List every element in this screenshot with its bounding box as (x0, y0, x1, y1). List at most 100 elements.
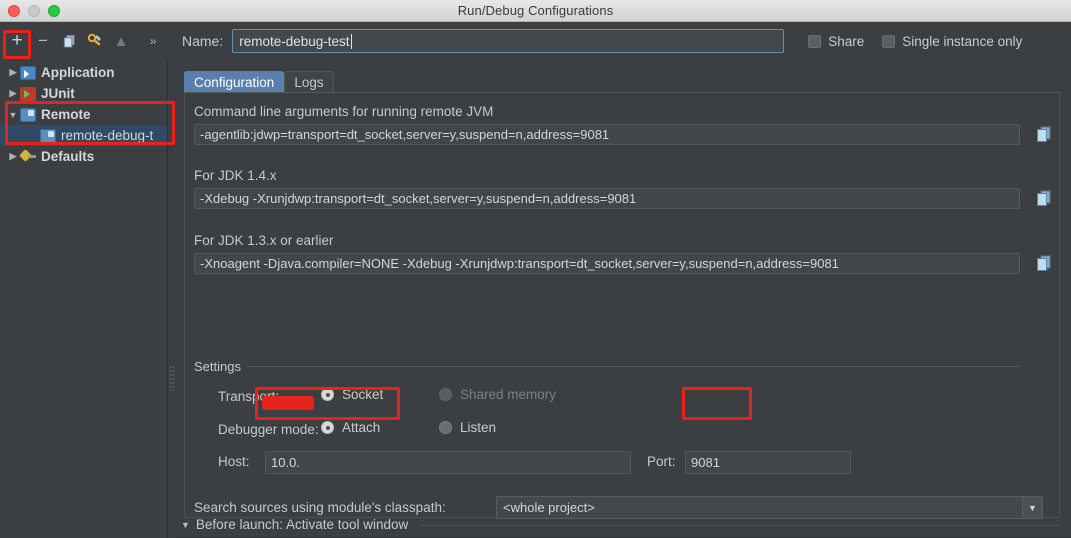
single-instance-checkbox-box[interactable] (882, 34, 896, 48)
remote-icon (20, 107, 36, 122)
search-sources-label: Search sources using module's classpath: (194, 500, 446, 515)
jdk14-label: For JDK 1.4.x (194, 168, 277, 183)
port-value: 9081 (691, 455, 720, 470)
transport-shared-memory-label: Shared memory (460, 387, 557, 402)
copy-icon (1037, 190, 1051, 206)
name-input[interactable]: remote-debug-test (232, 29, 785, 53)
tree-item-label: Defaults (41, 149, 95, 164)
debugger-mode-option-listen[interactable]: Listen (439, 420, 496, 435)
expand-arrow-icon[interactable]: ▶ (6, 88, 20, 99)
tree-item-remote-debug-test[interactable]: remote-debug-t (0, 125, 167, 146)
radio-shared-memory (439, 388, 452, 401)
settings-group-divider (245, 366, 1020, 367)
defaults-icon (20, 150, 36, 164)
share-checkbox-box[interactable] (808, 34, 822, 48)
tree-item-remote[interactable]: ▼ Remote (0, 104, 167, 125)
collapse-arrow-icon[interactable]: ▼ (6, 110, 20, 120)
debugger-mode-label: Debugger mode: (218, 422, 319, 437)
jdk14-value: -Xdebug -Xrunjdwp:transport=dt_socket,se… (200, 191, 637, 206)
configuration-form: Command line arguments for running remot… (184, 93, 1060, 519)
window-titlebar: Run/Debug Configurations (0, 0, 1071, 22)
debugger-mode-attach-label: Attach (342, 420, 381, 435)
before-launch-divider (421, 525, 1061, 526)
tree-item-defaults[interactable]: ▶ Defaults (0, 146, 167, 167)
close-window-button[interactable] (8, 5, 20, 17)
single-instance-checkbox-label: Single instance only (902, 33, 1023, 49)
radio-attach[interactable] (321, 421, 334, 434)
expand-arrow-icon[interactable]: ▶ (6, 67, 20, 78)
host-value: 10.0. (271, 455, 300, 470)
tab-configuration[interactable]: Configuration (184, 71, 285, 93)
radio-socket[interactable] (321, 388, 334, 401)
debugger-mode-option-attach[interactable]: Attach (321, 420, 380, 435)
junit-icon (20, 86, 36, 101)
toolbar-checkboxes: Share Single instance only (808, 34, 1022, 49)
text-caret (350, 33, 352, 49)
toolbar: + − ▲ » Name: remote-debug-test Share Si… (0, 22, 1071, 60)
tab-logs[interactable]: Logs (284, 71, 334, 93)
configurations-tree[interactable]: ▶ Application ▶ JUnit ▼ Remote remote-de… (0, 60, 168, 538)
expand-arrow-icon[interactable]: ▶ (6, 151, 20, 162)
application-icon (20, 65, 36, 80)
jdk14-field[interactable]: -Xdebug -Xrunjdwp:transport=dt_socket,se… (194, 188, 1020, 209)
radio-listen[interactable] (439, 421, 452, 434)
search-sources-select[interactable]: <whole project> ▼ (496, 496, 1043, 519)
add-configuration-button[interactable]: + (4, 29, 30, 53)
tree-item-label: remote-debug-t (61, 128, 154, 143)
tree-item-junit[interactable]: ▶ JUnit (0, 83, 167, 104)
tab-bar: Configuration Logs (184, 69, 334, 93)
copy-icon (63, 34, 75, 48)
jdk13-field[interactable]: -Xnoagent -Djava.compiler=NONE -Xdebug -… (194, 253, 1020, 274)
toolbar-buttons: + − ▲ » (0, 29, 166, 53)
wrench-icon (87, 33, 101, 46)
configuration-panel: Configuration Logs Command line argument… (176, 60, 1071, 538)
port-input[interactable]: 9081 (685, 451, 851, 474)
edit-templates-button[interactable] (82, 29, 108, 53)
host-redaction-mark (262, 396, 314, 410)
before-launch-section[interactable]: ▼ Before launch: Activate tool window (181, 517, 408, 532)
cmdline-field[interactable]: -agentlib:jdwp=transport=dt_socket,serve… (194, 124, 1020, 145)
transport-option-socket[interactable]: Socket (321, 387, 383, 402)
settings-group-label: Settings (194, 359, 247, 374)
copy-cmdline-button[interactable] (1034, 124, 1054, 144)
jdk13-value: -Xnoagent -Djava.compiler=NONE -Xdebug -… (200, 256, 839, 271)
chevron-down-icon[interactable]: ▼ (1022, 497, 1042, 518)
name-label: Name: (182, 33, 224, 49)
more-options-button[interactable]: » (140, 29, 166, 53)
before-launch-label: Before launch: Activate tool window (195, 517, 409, 532)
single-instance-checkbox[interactable]: Single instance only (882, 34, 1022, 49)
port-label: Port: (647, 454, 676, 469)
share-checkbox[interactable]: Share (808, 34, 864, 49)
debugger-mode-listen-label: Listen (460, 420, 497, 435)
run-debug-configurations-window: Run/Debug Configurations + − ▲ » Name: r… (0, 0, 1071, 538)
zoom-window-button[interactable] (48, 5, 60, 17)
jdk13-label: For JDK 1.3.x or earlier (194, 233, 334, 248)
panel-splitter[interactable] (168, 60, 176, 538)
host-input[interactable]: 10.0. (265, 451, 631, 474)
share-checkbox-label: Share (828, 33, 865, 49)
tree-item-application[interactable]: ▶ Application (0, 62, 167, 83)
window-title: Run/Debug Configurations (457, 3, 614, 18)
copy-configuration-button[interactable] (56, 29, 82, 53)
tree-item-label: Remote (41, 107, 91, 122)
copy-jdk13-button[interactable] (1034, 253, 1054, 273)
copy-icon (1037, 126, 1051, 142)
splitter-handle[interactable] (169, 365, 174, 391)
cmdline-value: -agentlib:jdwp=transport=dt_socket,serve… (200, 127, 610, 142)
cmdline-label: Command line arguments for running remot… (194, 104, 494, 119)
remove-configuration-button[interactable]: − (30, 29, 56, 53)
collapse-arrow-icon[interactable]: ▼ (181, 520, 190, 530)
host-label: Host: (218, 454, 250, 469)
name-input-value: remote-debug-test (239, 33, 350, 49)
minimize-window-button[interactable] (28, 5, 40, 17)
transport-option-shared-memory: Shared memory (439, 387, 556, 402)
copy-jdk14-button[interactable] (1034, 188, 1054, 208)
traffic-lights (8, 5, 60, 17)
tree-item-label: JUnit (41, 86, 75, 101)
move-up-button[interactable]: ▲ (108, 29, 134, 53)
transport-socket-label: Socket (342, 387, 384, 402)
copy-icon (1037, 255, 1051, 271)
remote-icon (40, 128, 56, 143)
search-sources-value: <whole project> (503, 500, 595, 515)
tree-item-label: Application (41, 65, 115, 80)
